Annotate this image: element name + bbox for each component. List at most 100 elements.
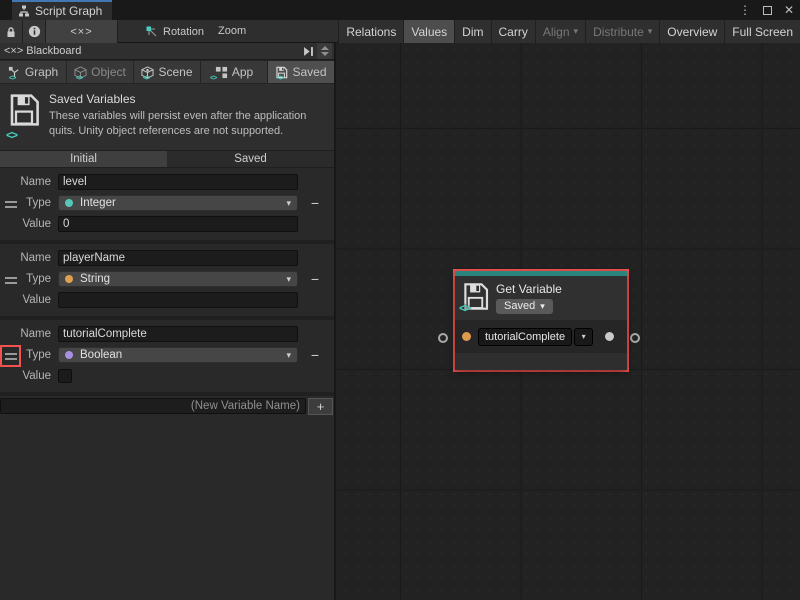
info-title: Saved Variables [49,92,326,106]
node-title: Get Variable [496,281,562,296]
rotation-control[interactable]: Rotation [146,20,204,43]
external-input-port[interactable] [438,333,448,343]
full-screen-button[interactable]: Full Screen [724,20,800,43]
info-description: These variables will persist even after … [49,109,326,140]
tab-graph[interactable]: Graph <> [0,61,66,83]
input-port-dot[interactable] [462,332,471,341]
graph-canvas[interactable]: <> Get Variable Saved ▾ [336,43,800,600]
tab-script-graph[interactable]: Script Graph [12,0,112,20]
type-dropdown[interactable]: String ▾ [58,271,298,287]
drag-handle-icon[interactable] [5,353,17,360]
remove-variable-button[interactable]: − [306,196,324,210]
variable-block-playername: Name Type String ▾ − Value [0,244,334,320]
type-dropdown[interactable]: Boolean ▾ [58,347,298,363]
saved-variables-info: <> Saved Variables These variables will … [0,84,334,150]
chevron-down-icon: ▾ [574,26,579,37]
rotation-label: Rotation [163,26,204,38]
remove-variable-button[interactable]: − [306,272,324,286]
blackboard-header: <×> Blackboard [0,43,334,60]
window-maximize-icon[interactable] [763,6,772,15]
info-button[interactable] [23,20,46,43]
code-overlay-icon: <> [6,128,16,142]
type-dropdown[interactable]: Integer ▾ [58,195,298,211]
lock-button[interactable] [0,20,23,43]
toolbar-toggle-group: Relations Values Dim Carry Align ▾ Distr… [338,20,800,43]
overview-button[interactable]: Overview [659,20,724,43]
remove-variable-button[interactable]: − [306,348,324,362]
add-variable-button[interactable]: + [308,398,333,415]
scroll-arrows[interactable] [317,43,332,59]
app-tab-icon [215,66,228,79]
code-overlay-icon: <> [9,75,15,82]
info-icon [28,25,41,38]
blackboard-empty-area [0,417,334,577]
variable-value-input[interactable] [58,292,298,308]
distribute-dropdown[interactable]: Distribute ▾ [585,20,659,43]
align-dropdown[interactable]: Align ▾ [535,20,585,43]
scope-dropdown[interactable]: Saved ▾ [496,299,553,314]
external-output-port[interactable] [630,333,640,343]
code-overlay-icon: <> [210,75,216,82]
scroll-up-icon[interactable] [321,46,329,50]
blackboard-panel: <×> Blackboard Graph <> Object [0,43,335,600]
red-annotation-box: <> Get Variable Saved ▾ [453,269,629,372]
dock-icon[interactable] [303,46,314,57]
variable-name-dropdown[interactable]: tutorialComplete [478,328,572,346]
integer-type-dot-icon [65,199,73,207]
variables-toggle-button[interactable]: <×> [46,20,118,43]
relations-toggle[interactable]: Relations [338,20,403,43]
window-close-icon[interactable]: ✕ [784,3,794,17]
graph-hierarchy-icon [18,5,30,17]
scroll-down-icon[interactable] [321,52,329,56]
lock-icon [5,26,17,38]
tab-scene[interactable]: Scene <> [134,61,200,83]
chevron-down-icon: ▾ [286,198,291,209]
output-port-dot[interactable] [605,332,614,341]
node-footer [455,353,627,370]
zoom-label: Zoom [218,25,246,37]
carry-toggle[interactable]: Carry [491,20,535,43]
variable-name-input[interactable] [58,250,298,266]
variable-name-input[interactable] [58,326,298,342]
blackboard-glyph-icon: <×> [4,45,23,57]
variable-name-input[interactable] [58,174,298,190]
chevron-down-icon: ▾ [286,274,291,285]
chevron-down-icon: ▾ [540,301,545,312]
value-label: Value [0,370,58,382]
initial-saved-toggle: Initial Saved [0,150,334,168]
value-label: Value [0,294,58,306]
variable-block-tutorialcomplete: Name Type Boolean ▾ − Value [0,320,334,396]
variable-dropdown-arrow-button[interactable]: ▾ [574,328,593,346]
new-variable-name-input[interactable] [0,398,306,414]
node-header: <> Get Variable Saved ▾ [455,276,627,320]
chevron-down-icon: ▾ [648,26,653,37]
drag-handle-icon[interactable] [5,201,17,208]
tab-object[interactable]: Object <> [67,61,133,83]
dim-toggle[interactable]: Dim [454,20,490,43]
title-bar: Script Graph ⋮ ✕ [0,0,800,20]
tab-saved[interactable]: Saved <> [268,61,334,83]
drag-handle-icon[interactable] [5,277,17,284]
code-overlay-icon: <> [277,75,283,82]
values-toggle[interactable]: Values [403,20,454,43]
tab-app[interactable]: App <> [201,61,267,83]
graph-toolbar: <×> Rotation Zoom 1x Relations Values Di… [0,20,800,43]
script-graph-window: Script Graph ⋮ ✕ <×> Rotation Zoom 1x [0,0,800,600]
view-tab-initial[interactable]: Initial [0,151,167,167]
rotation-icon [146,26,158,38]
code-overlay-icon: <> [143,75,149,82]
tab-title: Script Graph [35,4,102,18]
get-variable-node[interactable]: <> Get Variable Saved ▾ [455,271,627,370]
variable-value-input[interactable] [58,216,298,232]
view-tab-saved[interactable]: Saved [167,151,334,167]
value-label: Value [0,218,58,230]
window-menu-icon[interactable]: ⋮ [739,3,751,17]
variable-scope-tabs: Graph <> Object <> Scene <> App <> [0,60,334,84]
chevron-down-icon: ▾ [286,350,291,361]
saved-variable-floppy-icon: <> [462,281,489,312]
blackboard-title: Blackboard [26,45,81,57]
boolean-type-dot-icon [65,351,73,359]
boolean-value-checkbox[interactable] [58,369,72,383]
variable-block-level: Name Type Integer ▾ − Value [0,168,334,244]
name-label: Name [0,252,58,264]
